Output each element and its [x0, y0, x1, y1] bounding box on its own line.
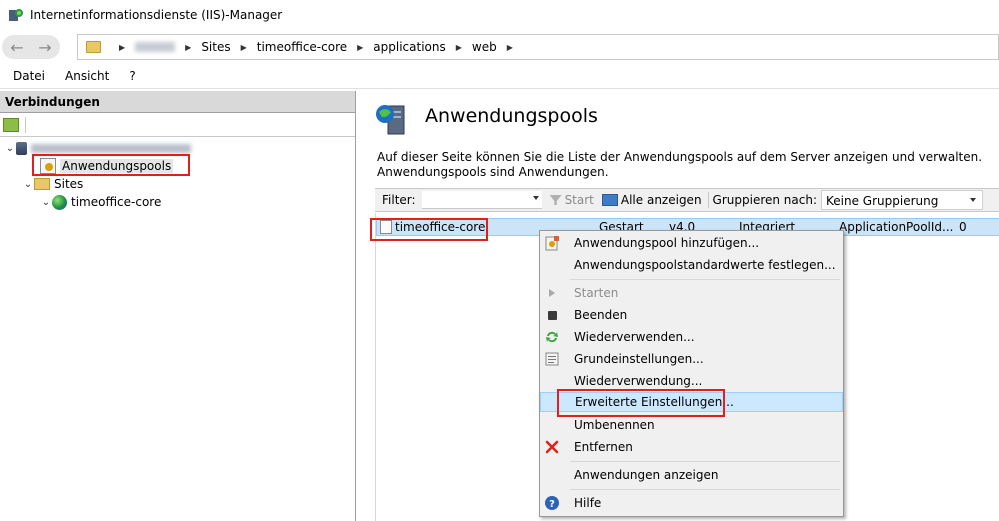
- chevron-down-icon[interactable]: [970, 198, 977, 202]
- filter-label: Filter:: [382, 193, 416, 207]
- chevron-down-icon[interactable]: [532, 196, 539, 200]
- window-title: Internetinformationsdienste (IIS)-Manage…: [30, 8, 283, 22]
- menu-item-rename[interactable]: Umbenennen: [540, 415, 843, 435]
- menu-item-set-defaults[interactable]: Anwendungspoolstandardwerte festlegen...: [540, 255, 843, 275]
- menu-bar: Datei Ansicht ?: [0, 63, 999, 89]
- navigation-bar: ← → ▶ ▶ Sites ▶ timeoffice-core ▶ applic…: [0, 30, 999, 63]
- cell-identity: ApplicationPoolId...: [839, 220, 954, 234]
- menu-ansicht[interactable]: Ansicht: [65, 69, 109, 83]
- server-icon: [16, 141, 27, 155]
- menu-item-recycling[interactable]: Wiederverwendung...: [540, 371, 843, 391]
- tree-node-site[interactable]: ⌄ timeoffice-core: [40, 193, 161, 211]
- stop-icon: [544, 307, 560, 323]
- page-description: Auf dieser Seite können Sie die Liste de…: [377, 150, 983, 179]
- address-bar[interactable]: ▶ ▶ Sites ▶ timeoffice-core ▶ applicatio…: [77, 34, 999, 60]
- tree-node-label: timeoffice-core: [71, 195, 162, 209]
- menu-datei[interactable]: Datei: [13, 69, 45, 83]
- forward-arrow-icon[interactable]: →: [33, 36, 57, 58]
- menu-item-help[interactable]: ? Hilfe: [540, 493, 843, 513]
- chevron-right-icon[interactable]: ▶: [507, 43, 513, 52]
- menu-item-basic-settings[interactable]: Grundeinstellungen...: [540, 349, 843, 369]
- connections-header: Verbindungen: [0, 91, 355, 113]
- back-arrow-icon[interactable]: ←: [5, 36, 29, 58]
- show-all-label: Alle anzeigen: [620, 193, 702, 207]
- funnel-icon: [549, 195, 562, 205]
- toolbar-divider: [25, 116, 26, 133]
- breadcrumb-applications[interactable]: applications: [373, 40, 445, 54]
- breadcrumb-sites[interactable]: Sites: [201, 40, 230, 54]
- chevron-right-icon[interactable]: ▶: [357, 43, 363, 52]
- filter-input[interactable]: [421, 191, 542, 209]
- chevron-right-icon[interactable]: ▶: [241, 43, 247, 52]
- breadcrumb-site[interactable]: timeoffice-core: [257, 40, 347, 54]
- menu-separator: [570, 461, 840, 462]
- connect-icon[interactable]: [3, 117, 19, 132]
- play-icon: [544, 285, 560, 301]
- title-bar: Internetinformationsdienste (IIS)-Manage…: [0, 0, 999, 30]
- chevron-down-icon[interactable]: ⌄: [4, 143, 16, 154]
- chevron-right-icon[interactable]: ▶: [119, 43, 125, 52]
- show-all-button[interactable]: Alle anzeigen: [601, 193, 702, 207]
- menu-item-stop[interactable]: Beenden: [540, 305, 843, 325]
- iis-app-icon: [8, 7, 24, 23]
- sites-folder-icon: [34, 178, 50, 190]
- svg-text:?: ?: [549, 499, 555, 510]
- breadcrumb-web[interactable]: web: [472, 40, 497, 54]
- folder-icon: [86, 41, 101, 53]
- tree-node-sites[interactable]: ⌄ Sites: [22, 175, 84, 193]
- chevron-right-icon[interactable]: ▶: [456, 43, 462, 52]
- highlight-box-advanced-settings: [557, 389, 725, 417]
- server-name-redacted[interactable]: [135, 42, 176, 52]
- remove-x-icon: [544, 439, 560, 455]
- chevron-right-icon[interactable]: ▶: [185, 43, 191, 52]
- menu-item-view-apps[interactable]: Anwendungen anzeigen: [540, 465, 843, 485]
- filter-toolbar: Filter: Start Alle anzeigen Gruppieren n…: [375, 188, 999, 212]
- page-title: Anwendungspools: [425, 105, 598, 127]
- menu-separator: [570, 279, 840, 280]
- help-icon: ?: [544, 495, 560, 511]
- recycle-icon: [544, 329, 560, 345]
- highlight-box-app-pools: [32, 154, 190, 176]
- connections-toolbar: [0, 113, 355, 137]
- highlight-box-row: [370, 218, 488, 241]
- menu-help[interactable]: ?: [129, 69, 135, 83]
- menu-separator: [570, 489, 840, 490]
- group-by-value: Keine Gruppierung: [826, 194, 939, 208]
- menu-item-remove[interactable]: Entfernen: [540, 437, 843, 457]
- menu-item-start[interactable]: Starten: [540, 283, 843, 303]
- start-filter-label: Start: [564, 193, 594, 207]
- cell-apps: 0: [959, 220, 967, 234]
- chevron-down-icon[interactable]: ⌄: [40, 197, 52, 208]
- start-filter-button[interactable]: Start: [549, 193, 594, 207]
- menu-item-recycle[interactable]: Wiederverwenden...: [540, 327, 843, 347]
- settings-sheet-icon: [544, 351, 560, 367]
- add-pool-icon: [544, 235, 560, 251]
- toolbar-divider: [707, 192, 709, 208]
- globe-icon: [52, 194, 67, 210]
- group-by-select[interactable]: Keine Gruppierung: [821, 190, 984, 210]
- context-menu: Anwendungspool hinzufügen... Anwendungsp…: [539, 230, 844, 517]
- show-all-icon: [601, 194, 618, 206]
- group-by-label: Gruppieren nach:: [712, 193, 818, 207]
- tree-node-label: Sites: [54, 177, 84, 191]
- server-name-redacted: [31, 143, 191, 153]
- menu-item-add-pool[interactable]: Anwendungspool hinzufügen...: [540, 233, 843, 253]
- app-pools-large-icon: [374, 102, 408, 136]
- chevron-down-icon[interactable]: ⌄: [22, 179, 34, 190]
